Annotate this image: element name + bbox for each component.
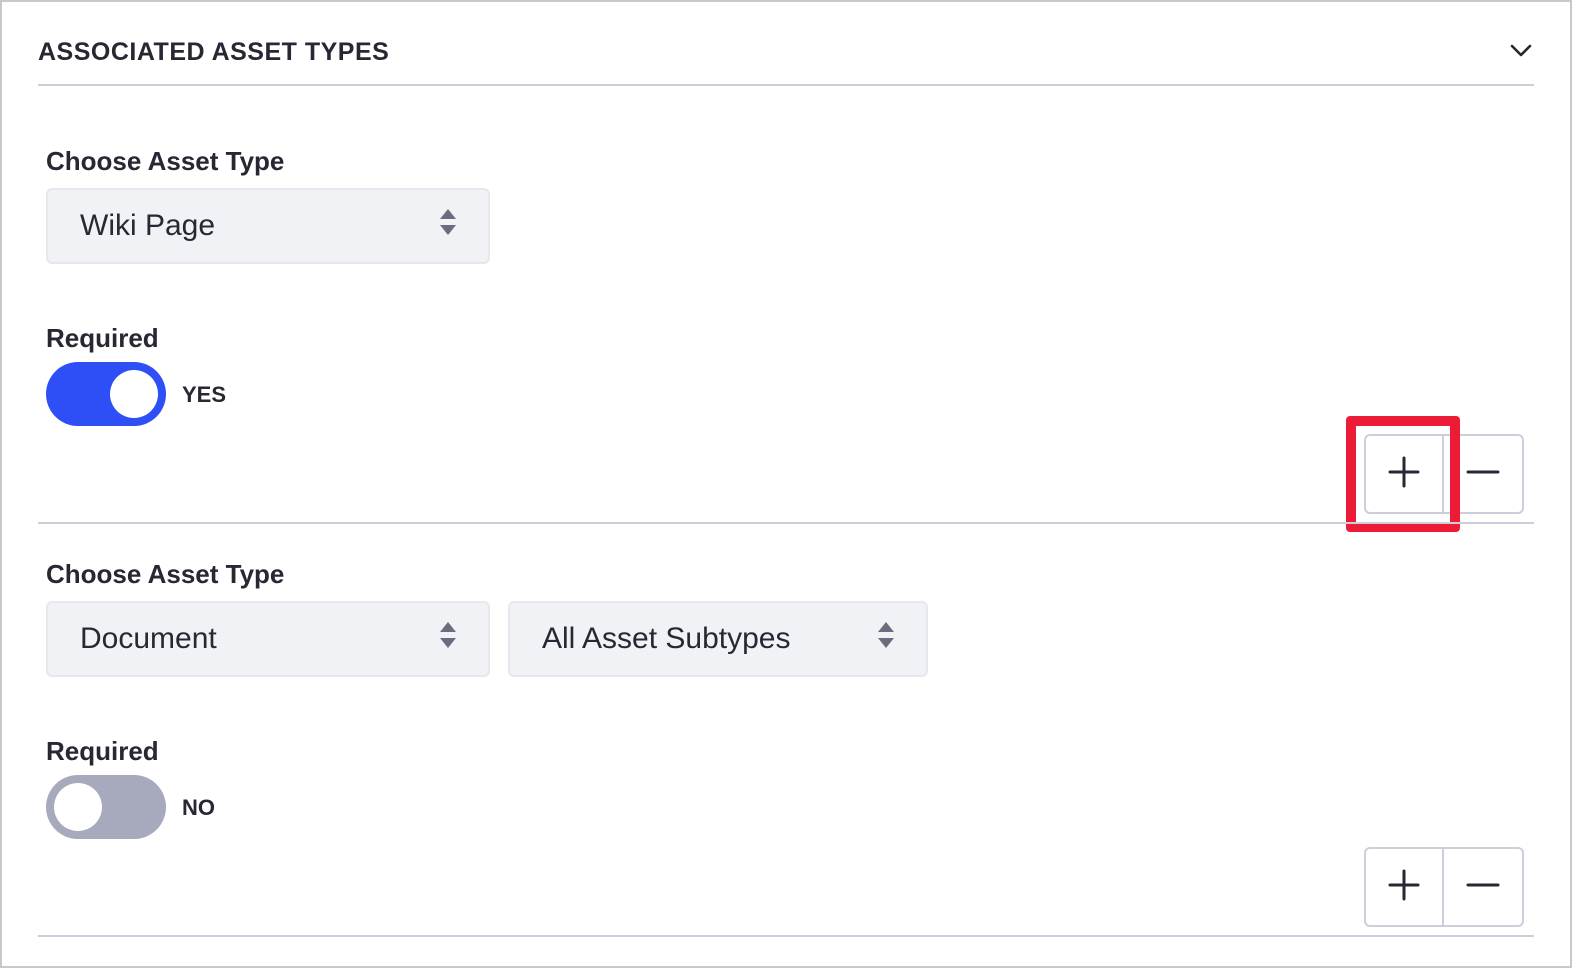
panel-title: ASSOCIATED ASSET TYPES xyxy=(38,37,390,66)
required-label: Required xyxy=(46,736,159,766)
toggle-knob xyxy=(110,370,158,418)
required-toggle-text: YES xyxy=(182,382,227,407)
select-arrows-icon xyxy=(438,619,458,659)
asset-subtype-select[interactable]: All Asset Subtypes xyxy=(508,601,928,677)
choose-asset-type-label: Choose Asset Type xyxy=(46,559,285,589)
minus-icon xyxy=(1465,454,1501,495)
required-toggle-text: NO xyxy=(182,795,215,820)
add-row-button[interactable] xyxy=(1364,434,1444,514)
required-toggle[interactable] xyxy=(46,775,166,839)
chevron-down-icon[interactable] xyxy=(1508,37,1534,68)
asset-type-select[interactable]: Document xyxy=(46,601,490,677)
asset-types-panel: ASSOCIATED ASSET TYPES Choose Asset Type… xyxy=(0,0,1572,968)
remove-row-button[interactable] xyxy=(1444,847,1524,927)
row-divider xyxy=(38,522,1534,524)
plus-icon xyxy=(1386,454,1422,495)
asset-subtype-value: All Asset Subtypes xyxy=(542,622,791,655)
asset-type-value: Wiki Page xyxy=(80,209,216,242)
select-arrows-icon xyxy=(876,619,896,659)
plus-icon xyxy=(1386,867,1422,908)
choose-asset-type-label: Choose Asset Type xyxy=(46,146,285,176)
toggle-knob xyxy=(54,783,102,831)
select-arrows-icon xyxy=(438,206,458,246)
add-row-button[interactable] xyxy=(1364,847,1444,927)
row-divider xyxy=(38,935,1534,937)
required-label: Required xyxy=(46,323,159,353)
minus-icon xyxy=(1465,867,1501,908)
required-toggle[interactable] xyxy=(46,362,166,426)
panel-header[interactable]: ASSOCIATED ASSET TYPES xyxy=(38,20,1534,86)
asset-type-value: Document xyxy=(80,622,217,655)
asset-type-select[interactable]: Wiki Page xyxy=(46,188,490,264)
remove-row-button[interactable] xyxy=(1444,434,1524,514)
